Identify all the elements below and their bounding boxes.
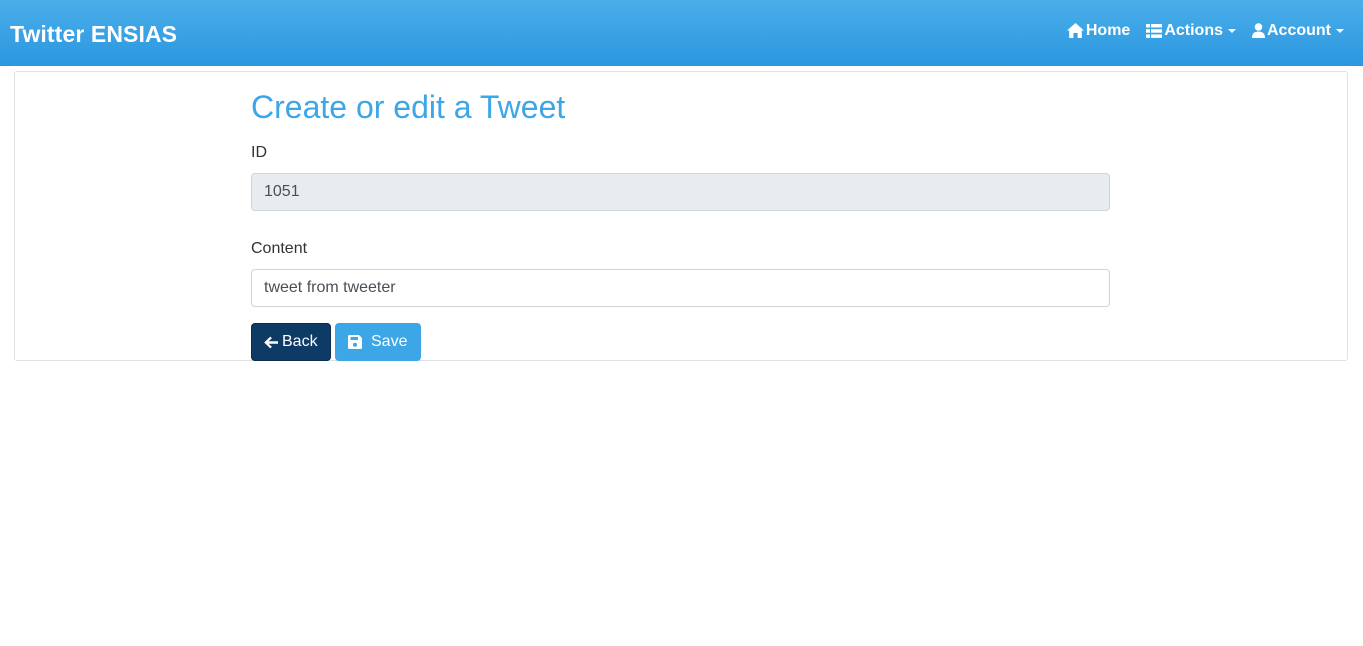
nav-actions[interactable]: Actions [1146, 22, 1236, 40]
nav-actions-label: Actions [1164, 21, 1223, 39]
list-icon [1146, 23, 1164, 38]
nav-home[interactable]: Home [1066, 21, 1131, 40]
content-label: Content [251, 240, 308, 257]
nav-account-label: Account [1267, 21, 1331, 39]
back-button[interactable]: Back [251, 323, 331, 361]
top-navbar: Twitter ENSIAS Home Actions Account [0, 0, 1363, 66]
form-actions: Back Save [251, 323, 1110, 361]
id-field[interactable] [251, 173, 1110, 211]
floppy-disk-icon [348, 335, 371, 349]
nav-menu: Home Actions Account [1051, 22, 1344, 40]
tweet-form: Create or edit a Tweet ID Content Back S… [251, 72, 1110, 361]
nav-account[interactable]: Account [1252, 22, 1344, 40]
brand-title[interactable]: Twitter ENSIAS [10, 21, 177, 48]
save-button-label: Save [371, 333, 408, 350]
chevron-down-icon [1336, 29, 1344, 33]
home-icon [1066, 23, 1086, 38]
nav-home-label: Home [1085, 21, 1131, 39]
chevron-down-icon [1228, 29, 1236, 33]
page-title: Create or edit a Tweet [251, 89, 566, 125]
arrow-left-icon [264, 336, 282, 349]
user-icon [1252, 23, 1267, 38]
content-field[interactable] [251, 269, 1110, 307]
save-button[interactable]: Save [335, 323, 421, 361]
back-button-label: Back [282, 333, 318, 350]
id-label: ID [251, 144, 267, 161]
